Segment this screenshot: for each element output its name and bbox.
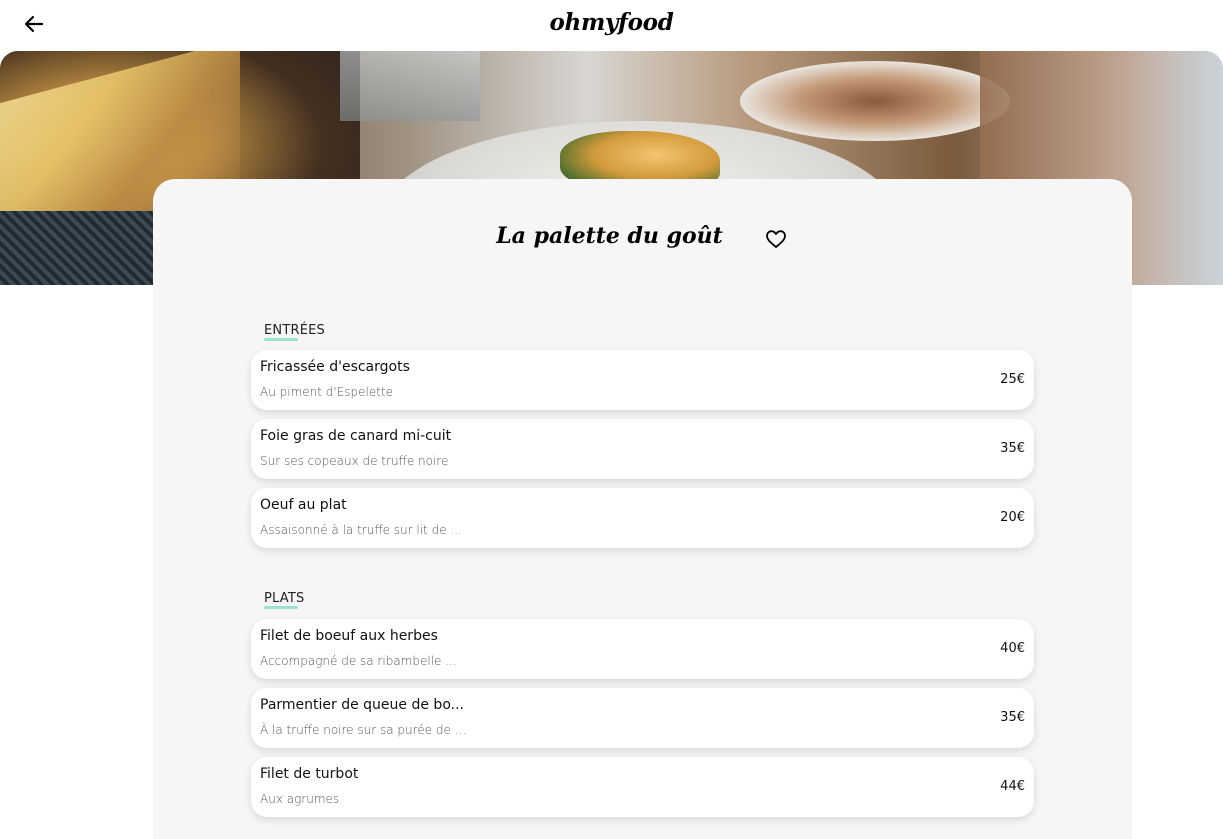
dish-name: Fricassée d'escargots [260,359,410,375]
restaurant-header: La palette du goût [153,219,1132,259]
dish-description: Sur ses copeaux de truffe noire [260,454,449,468]
dish-card[interactable]: Fricassée d'escargots Au piment d'Espele… [251,350,1034,410]
dish-name: Parmentier de queue de bo... [260,697,464,713]
dish-name: Filet de boeuf aux herbes [260,628,438,644]
section-label-entrees: ENTRÉES [264,323,325,341]
restaurant-title: La palette du goût [496,223,723,249]
dish-card[interactable]: Oeuf au plat Assaisonné à la truffe sur … [251,488,1034,548]
dish-description: Accompagné de sa ribambelle ... [260,654,457,668]
dish-price: 25€ [1000,372,1025,387]
section-underline [264,338,298,341]
dish-description: Aux agrumes [260,792,340,806]
dish-price: 40€ [1000,641,1025,656]
dish-description: Au piment d'Espelette [260,385,394,399]
dish-price: 20€ [1000,510,1025,525]
section-label-plats: PLATS [264,591,304,609]
section-underline [264,606,298,609]
dish-card[interactable]: Foie gras de canard mi-cuit Sur ses cope… [251,419,1034,479]
dish-card[interactable]: Filet de turbot Aux agrumes 44€ [251,757,1034,817]
app-logo[interactable]: ohmyfood [0,9,1223,36]
top-bar: ohmyfood [0,0,1223,51]
dish-price: 35€ [1000,710,1025,725]
dish-name: Filet de turbot [260,766,359,782]
dish-name: Foie gras de canard mi-cuit [260,428,452,444]
dish-description: Assaisonné à la truffe sur lit de ... [260,523,462,537]
favorite-button[interactable] [765,229,789,251]
dish-card[interactable]: Filet de boeuf aux herbes Accompagné de … [251,619,1034,679]
dish-price: 44€ [1000,779,1025,794]
dish-card[interactable]: Parmentier de queue de bo... À la truffe… [251,688,1034,748]
heart-outline-icon [765,230,787,253]
dish-name: Oeuf au plat [260,497,347,513]
dish-price: 35€ [1000,441,1025,456]
dish-description: À la truffe noire sur sa purée de ... [260,723,467,737]
